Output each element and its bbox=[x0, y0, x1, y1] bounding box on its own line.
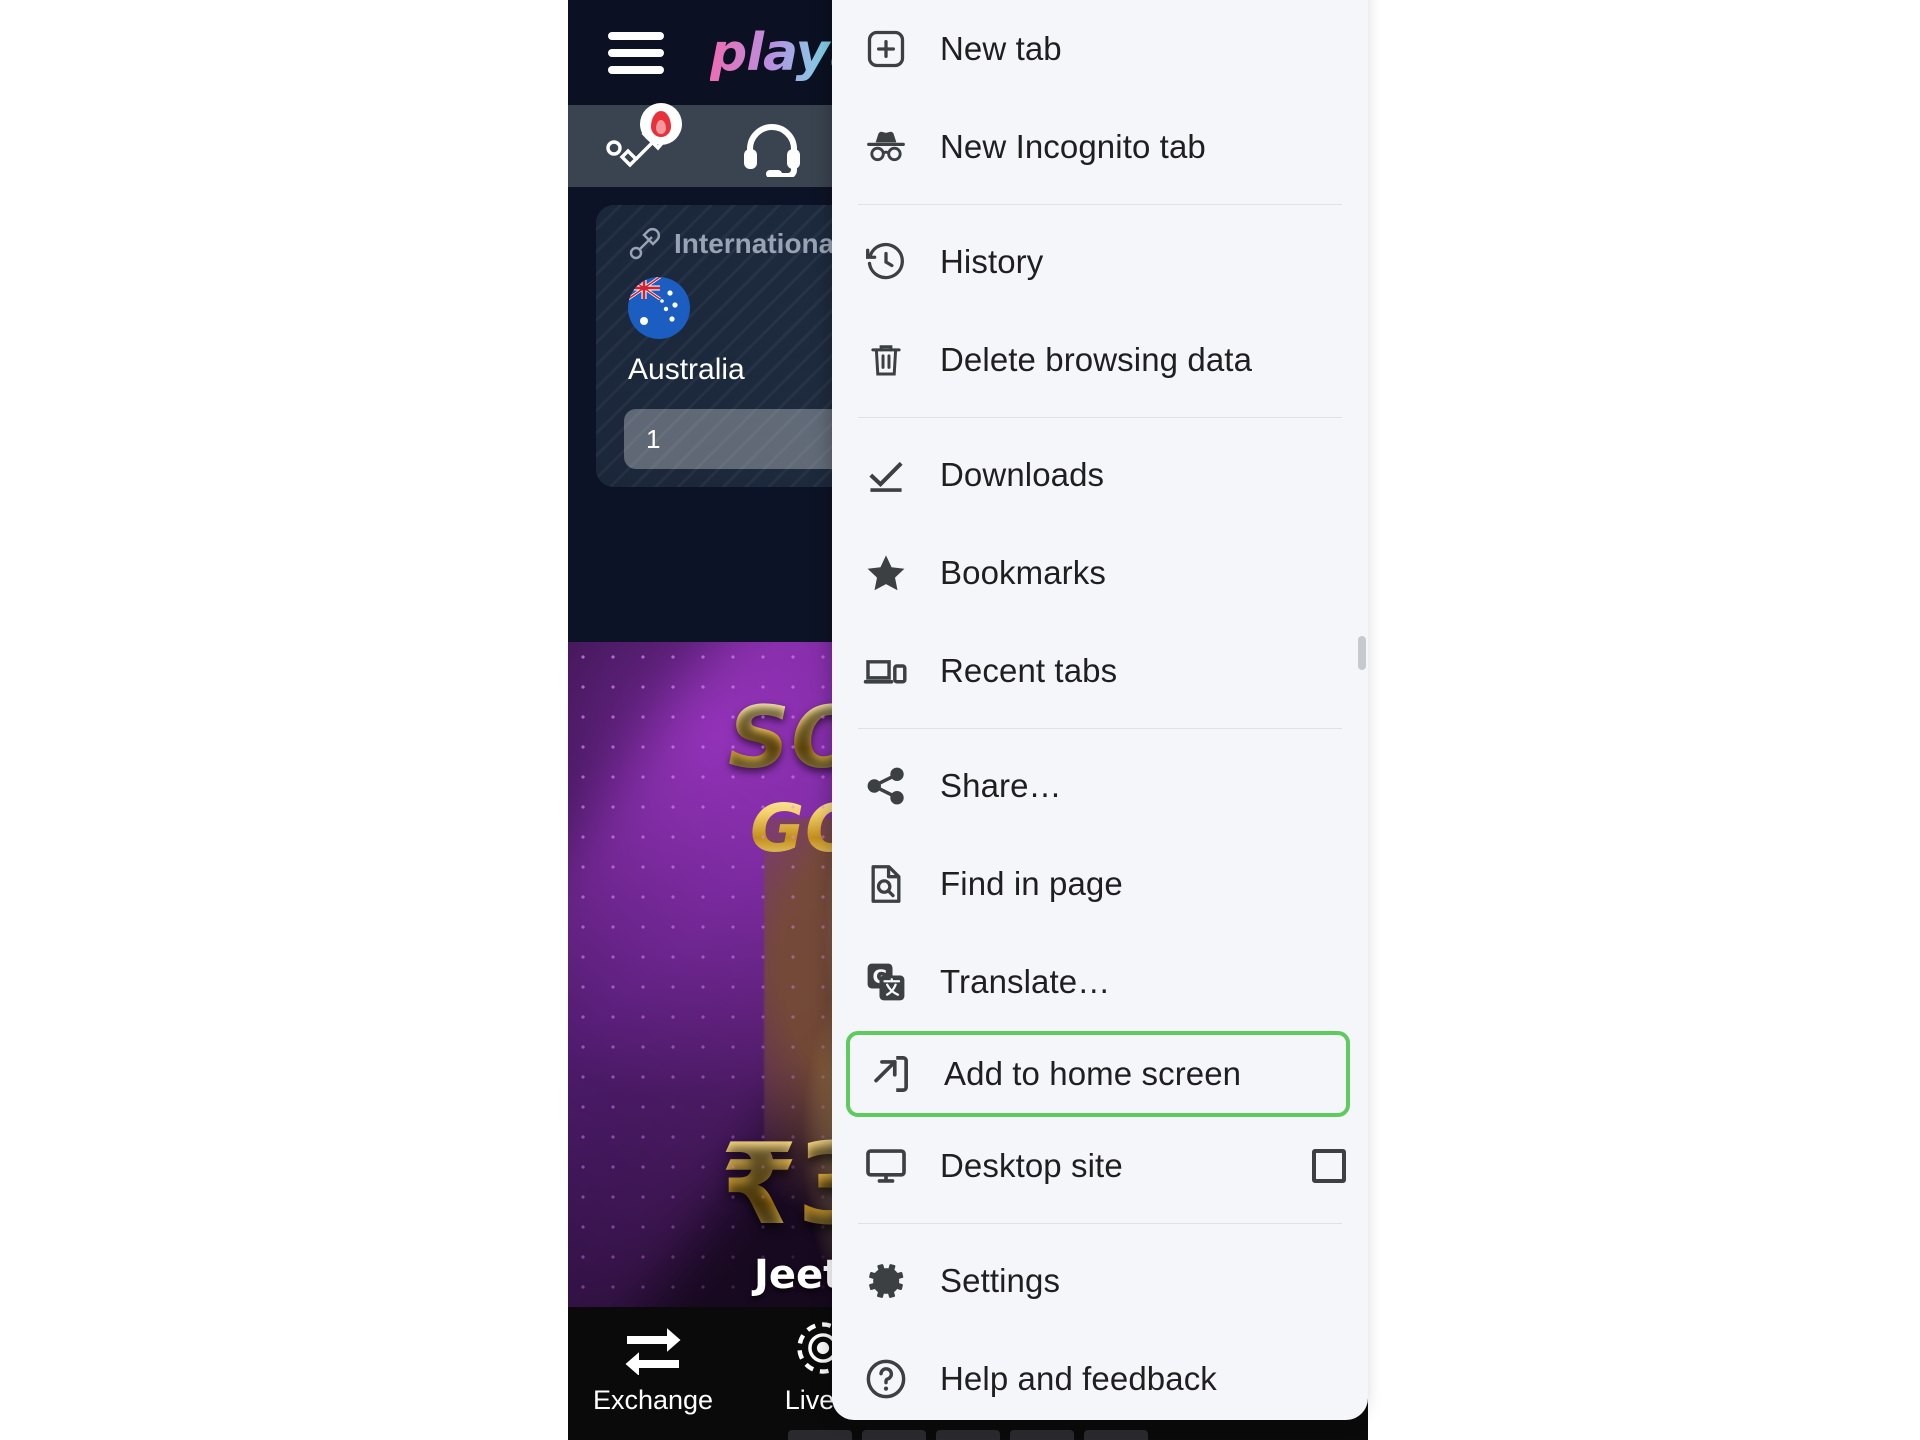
desktop-site-icon bbox=[858, 1138, 914, 1194]
menu-item-new-tab[interactable]: New tab bbox=[832, 0, 1368, 98]
menu-item-find-in-page[interactable]: Find in page bbox=[832, 835, 1368, 933]
menu-item-desktop-site[interactable]: Desktop site bbox=[832, 1117, 1368, 1215]
menu-divider-3 bbox=[858, 728, 1342, 729]
quicklink-cricket-bat-1[interactable] bbox=[602, 103, 682, 177]
bottom-nav-label-exchange: Exchange bbox=[592, 1385, 714, 1415]
match-odds-value: 1 bbox=[646, 423, 661, 454]
download-check-icon bbox=[858, 447, 914, 503]
add-to-home-screen-icon bbox=[862, 1046, 918, 1102]
menu-divider-1 bbox=[858, 204, 1342, 205]
menu-item-settings[interactable]: Settings bbox=[832, 1232, 1368, 1330]
menu-label-help-and-feedback: Help and feedback bbox=[940, 1360, 1217, 1397]
menu-label-recent-tabs: Recent tabs bbox=[940, 652, 1118, 689]
incognito-icon bbox=[858, 119, 914, 175]
share-icon bbox=[858, 758, 914, 814]
gear-icon bbox=[858, 1253, 914, 1309]
translate-icon: G bbox=[858, 954, 914, 1010]
new-tab-icon bbox=[858, 21, 914, 77]
find-in-page-icon bbox=[858, 856, 914, 912]
menu-label-downloads: Downloads bbox=[940, 456, 1105, 493]
menu-label-new-incognito-tab: New Incognito tab bbox=[940, 128, 1206, 165]
hamburger-icon[interactable] bbox=[608, 31, 664, 74]
menu-divider-2 bbox=[858, 417, 1342, 418]
exchange-icon bbox=[622, 1323, 684, 1375]
menu-label-history: History bbox=[940, 243, 1044, 280]
menu-item-translate[interactable]: G Translate… bbox=[832, 933, 1368, 1031]
menu-item-share[interactable]: Share… bbox=[832, 737, 1368, 835]
menu-label-share: Share… bbox=[940, 767, 1062, 804]
menu-label-translate: Translate… bbox=[940, 963, 1111, 1000]
browser-overflow-menu: New tab New Incognito tab History Delete… bbox=[832, 0, 1368, 1420]
menu-label-find-in-page: Find in page bbox=[940, 865, 1123, 902]
menu-label-bookmarks: Bookmarks bbox=[940, 554, 1106, 591]
menu-label-settings: Settings bbox=[940, 1262, 1061, 1299]
quicklink-headset[interactable] bbox=[738, 115, 814, 177]
screen-root: playu International I Australia 1 GO Jee… bbox=[0, 0, 1920, 1440]
cricket-icon bbox=[629, 228, 660, 260]
help-circle-icon bbox=[858, 1351, 914, 1407]
menu-label-delete-browsing-data: Delete browsing data bbox=[940, 341, 1253, 378]
trash-icon bbox=[858, 332, 914, 388]
menu-label-add-to-home-screen: Add to home screen bbox=[944, 1055, 1242, 1092]
recent-tabs-icon bbox=[858, 643, 914, 699]
menu-label-desktop-site: Desktop site bbox=[940, 1147, 1123, 1184]
match-league-name: International I bbox=[674, 228, 858, 259]
history-icon bbox=[858, 234, 914, 290]
flame-badge-icon bbox=[640, 103, 682, 145]
bottom-nav-item-exchange[interactable]: Exchange bbox=[568, 1321, 738, 1416]
menu-item-bookmarks[interactable]: Bookmarks bbox=[832, 524, 1368, 622]
menu-item-new-incognito-tab[interactable]: New Incognito tab bbox=[832, 98, 1368, 196]
menu-scrollbar[interactable] bbox=[1358, 636, 1366, 670]
menu-divider-4 bbox=[858, 1223, 1342, 1224]
menu-item-add-to-home-screen[interactable]: Add to home screen bbox=[846, 1031, 1350, 1117]
menu-item-recent-tabs[interactable]: Recent tabs bbox=[832, 622, 1368, 720]
star-icon bbox=[858, 545, 914, 601]
menu-item-history[interactable]: History bbox=[832, 213, 1368, 311]
menu-label-new-tab: New tab bbox=[940, 30, 1062, 67]
menu-item-delete-browsing-data[interactable]: Delete browsing data bbox=[832, 311, 1368, 409]
australia-flag-icon bbox=[628, 277, 690, 339]
home-indicator bbox=[568, 1426, 1368, 1440]
desktop-site-checkbox[interactable] bbox=[1312, 1149, 1346, 1183]
menu-item-downloads[interactable]: Downloads bbox=[832, 426, 1368, 524]
menu-item-help-and-feedback[interactable]: Help and feedback bbox=[832, 1330, 1368, 1420]
